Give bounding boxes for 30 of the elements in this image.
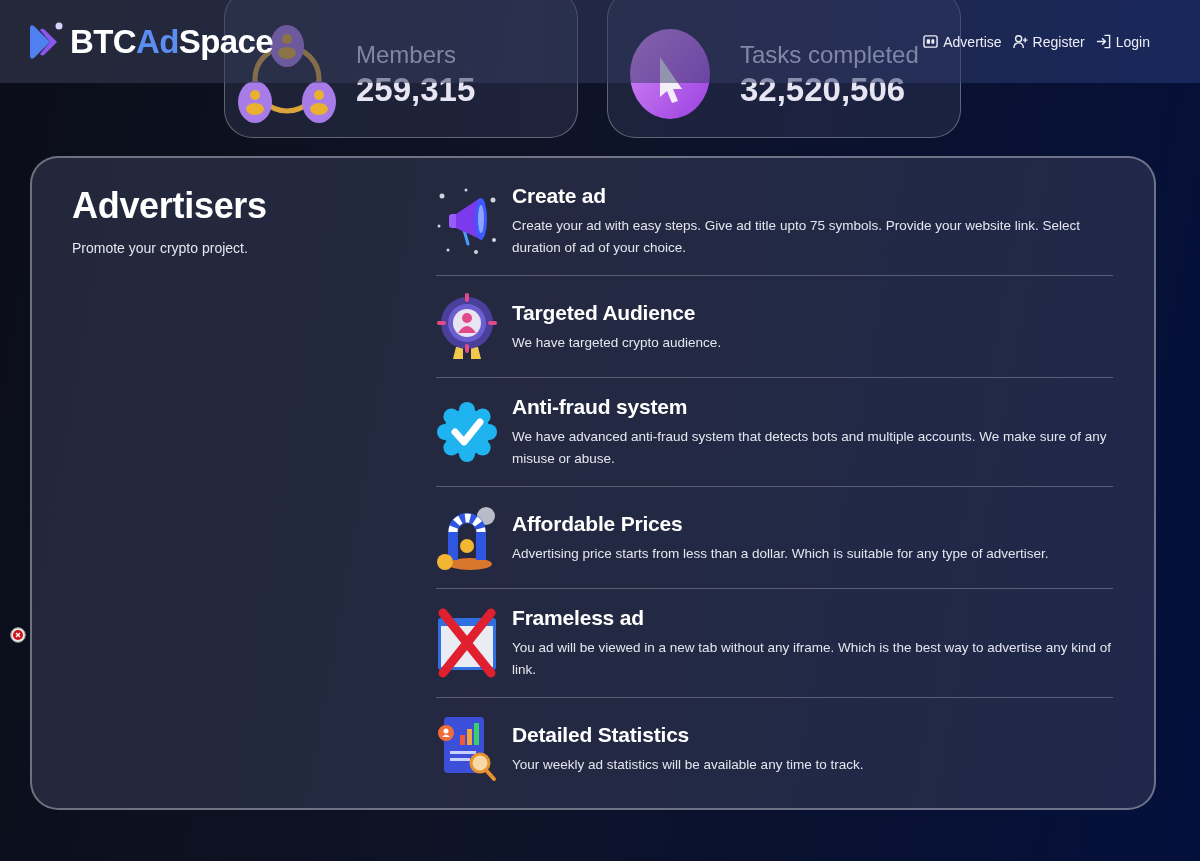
feature-description: We have targeted crypto audience. bbox=[512, 333, 723, 352]
feature-title: Frameless ad bbox=[512, 605, 645, 631]
banner-icon bbox=[923, 34, 939, 49]
window-cross-icon bbox=[436, 607, 498, 678]
feature-title: Anti-fraud system bbox=[512, 394, 689, 420]
stat-label: Members bbox=[356, 40, 458, 70]
section-subtitle: Promote your crypto project. bbox=[72, 239, 249, 258]
close-icon[interactable] bbox=[10, 627, 26, 643]
logo-text[interactable]: BTCAdSpace bbox=[70, 21, 274, 62]
feature-title: Targeted Audience bbox=[512, 299, 697, 326]
cursor-icon bbox=[630, 29, 710, 119]
stat-value: 32,520,506 bbox=[740, 71, 907, 109]
feature-description: Advertising price starts from less than a dollar. Which is suitable for any type of advertiser. bbox=[512, 544, 1050, 563]
nav-link[interactable]: Advertise bbox=[923, 33, 1002, 50]
stat-label: Tasks completed bbox=[740, 40, 919, 70]
target-person-icon bbox=[436, 291, 498, 361]
stat-value: 259,315 bbox=[356, 71, 476, 109]
section-title: Advertisers bbox=[72, 184, 268, 228]
login-icon bbox=[1095, 34, 1111, 49]
feature-description: You ad will be viewed in a new tab without any iframe. Which is the best way to advertise any kind of link. bbox=[512, 639, 1113, 679]
feature-description: We have advanced anti-fraud system that detects bots and multiple accounts. We make sure of any misuse or abuse. bbox=[512, 428, 1108, 468]
nav-link[interactable]: Register bbox=[1012, 33, 1085, 50]
feature-description: Your weekly ad statistics will be available any time to track. bbox=[512, 755, 865, 774]
logo-icon[interactable] bbox=[28, 21, 64, 62]
feature-description: Create your ad with easy steps. Give ad title upto 75 symbols. Provide your website link. Select duration of ad of your choice. bbox=[512, 217, 1082, 257]
feature-title: Affordable Prices bbox=[512, 510, 684, 537]
user-plus-icon bbox=[1012, 34, 1028, 49]
nav-link[interactable]: Login bbox=[1095, 33, 1150, 50]
feature-title: Detailed Statistics bbox=[512, 721, 691, 748]
feature-title: Create ad bbox=[512, 183, 607, 209]
